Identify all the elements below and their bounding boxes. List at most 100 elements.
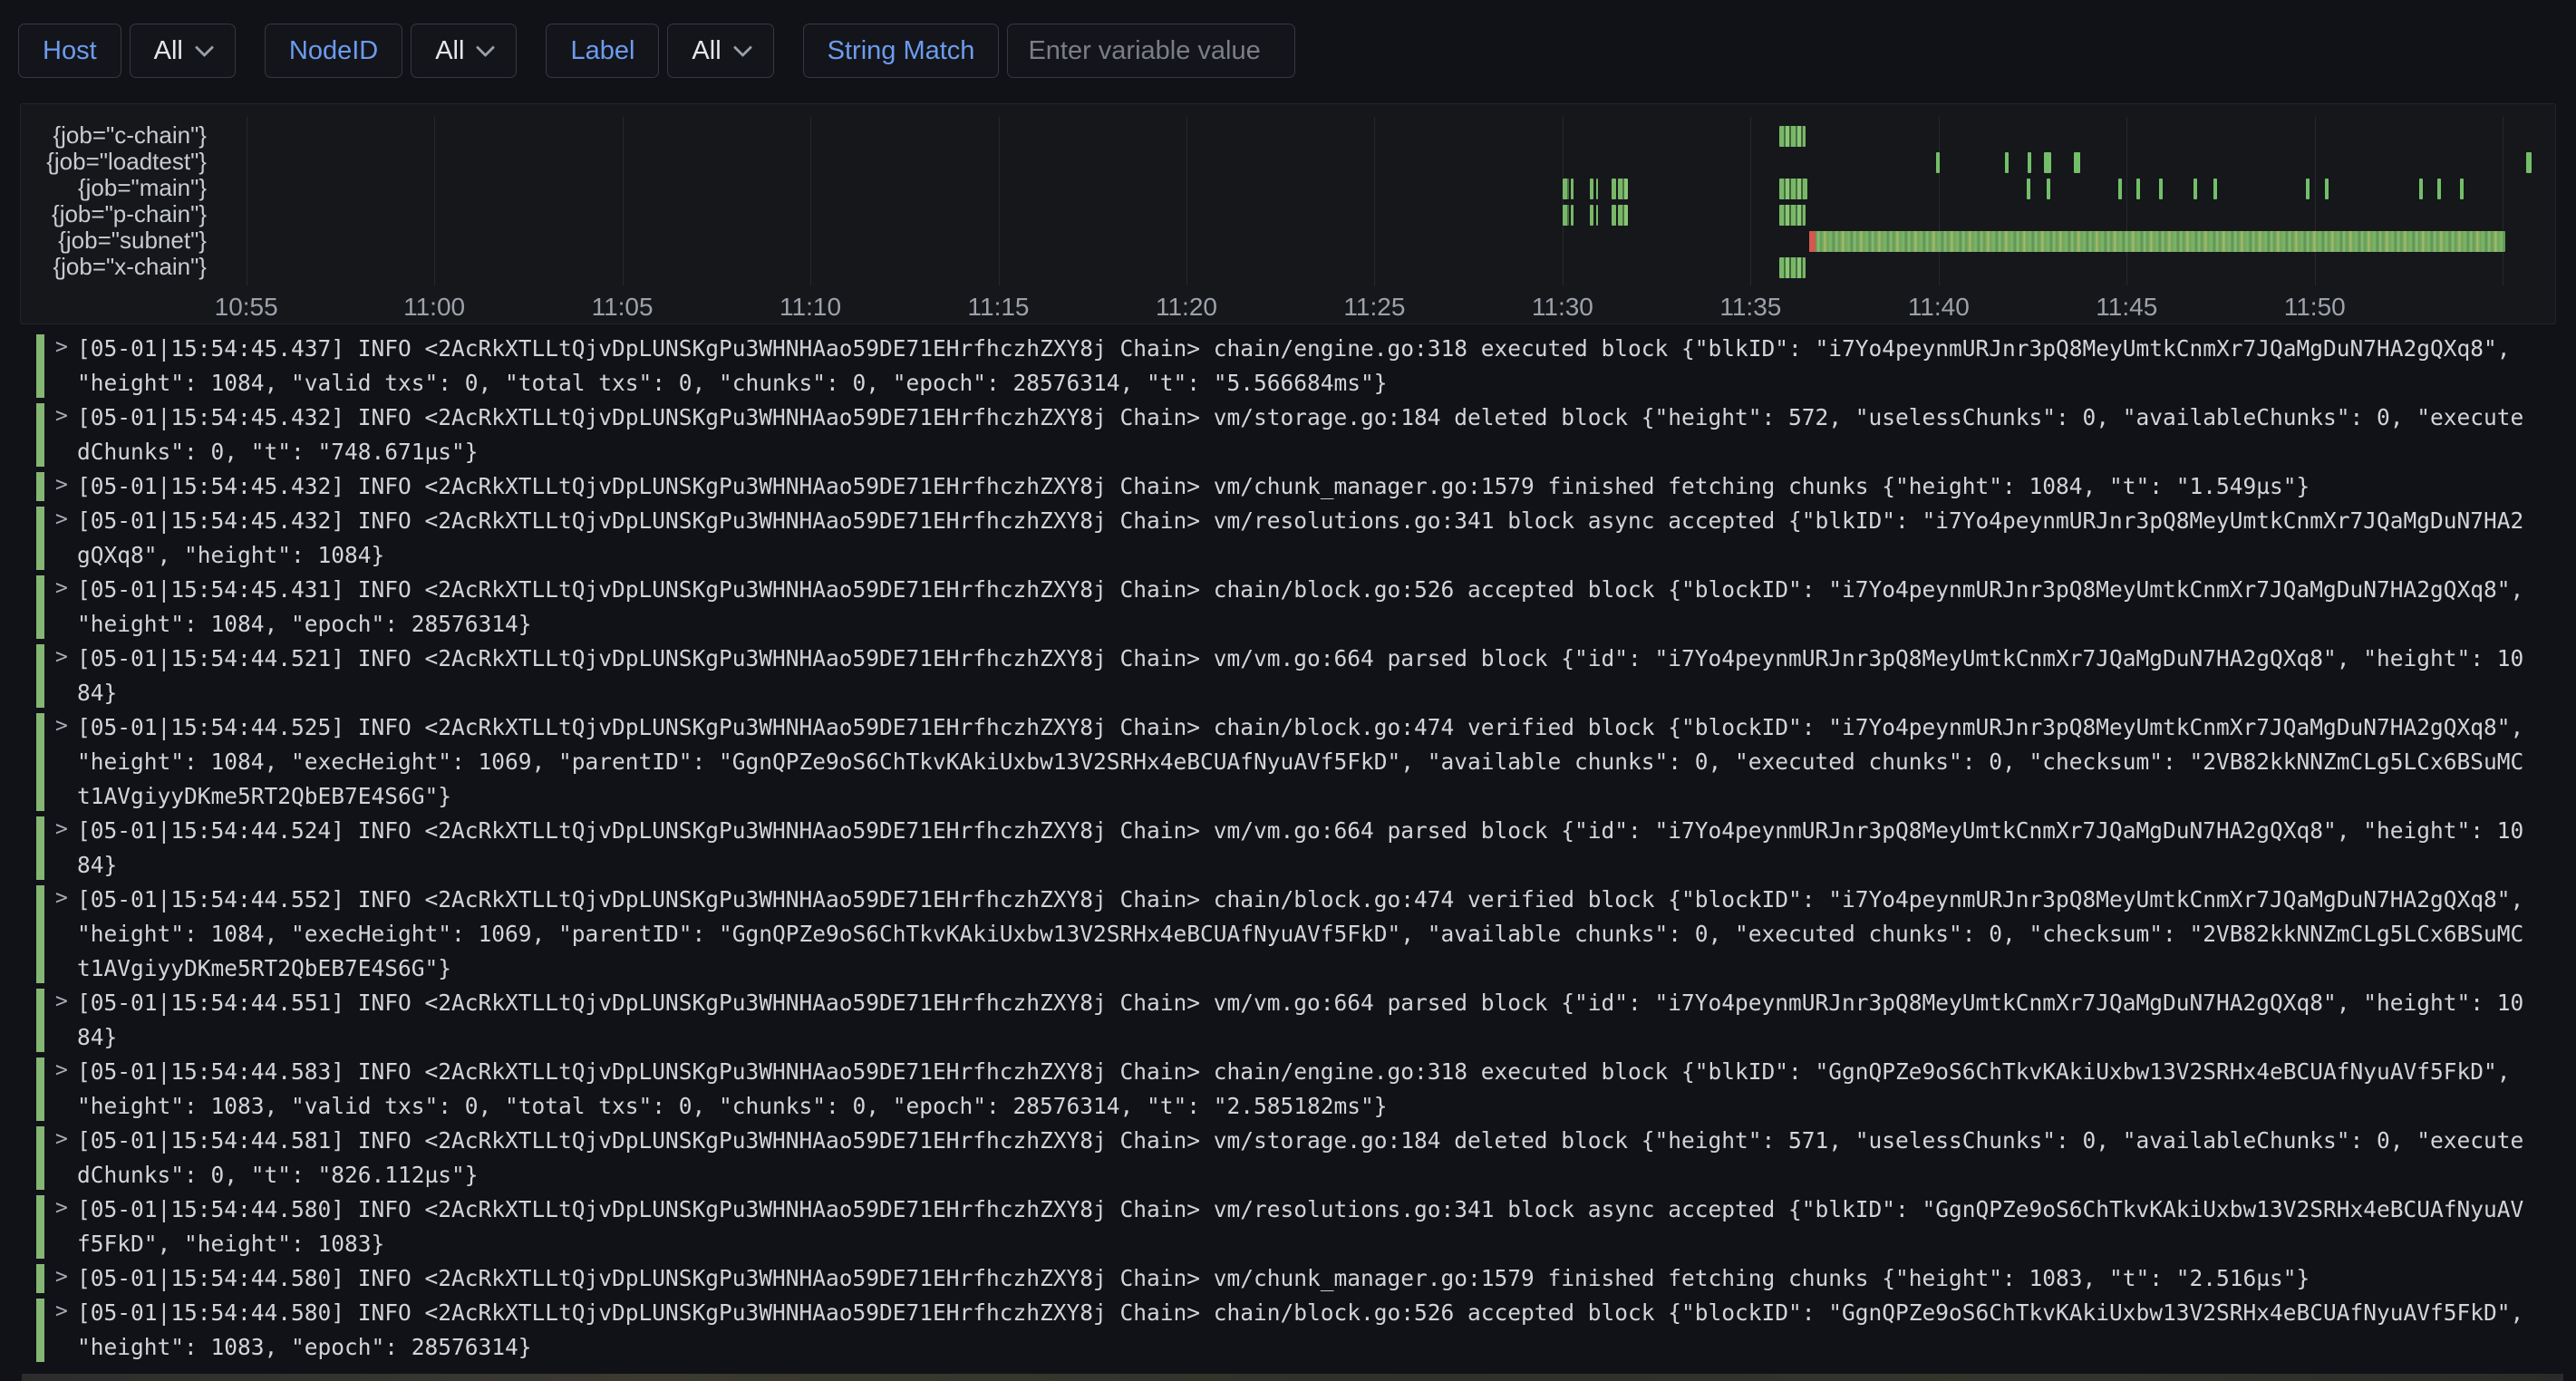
gridline bbox=[1563, 117, 1564, 285]
log-row[interactable]: > [05-01|15:54:44.580] INFO <2AcRkXTLLtQj… bbox=[36, 1193, 2576, 1261]
timeline-mark-p-chain bbox=[1618, 205, 1627, 226]
timeline-mark-main bbox=[2193, 179, 2197, 199]
series-label-loadtest: {job="loadtest"} bbox=[21, 149, 207, 175]
log-row[interactable]: >[05-01|15:54:44.524] INFO <2AcRkXTLLtQj… bbox=[36, 814, 2576, 883]
log-message: [05-01|15:54:44.583] INFO <2AcRkXTLLtQjv… bbox=[77, 1055, 2576, 1124]
top-toolbar: HostAllNodeIDAllLabelAll String Match bbox=[18, 24, 1295, 78]
chevron-right-icon[interactable]: > bbox=[55, 886, 68, 910]
log-level-bar bbox=[36, 1057, 44, 1121]
dropdown-selected-value: All bbox=[154, 36, 183, 66]
log-line: [05-01|15:54:45.432] INFO <2AcRkXTLLtQjv… bbox=[77, 469, 2576, 504]
log-row[interactable]: > [05-01|15:54:44.552] INFO <2AcRkXTLLtQj… bbox=[36, 883, 2576, 986]
chevron-right-icon[interactable]: > bbox=[55, 507, 68, 531]
log-line: f5FkD", "height": 1083} bbox=[77, 1227, 2576, 1261]
variable-label-button[interactable]: Host bbox=[18, 24, 121, 78]
chevron-right-icon[interactable]: > bbox=[55, 473, 68, 497]
variable-filters: HostAllNodeIDAllLabelAll bbox=[18, 24, 774, 78]
timeline-mark-c-chain bbox=[1779, 126, 1806, 147]
log-row[interactable]: > [05-01|15:54:44.581] INFO <2AcRkXTLLtQj… bbox=[36, 1124, 2576, 1193]
gridline bbox=[623, 117, 624, 285]
log-row[interactable]: > [05-01|15:54:45.432] INFO <2AcRkXTLLtQj… bbox=[36, 469, 2576, 504]
variable-value-dropdown[interactable]: All bbox=[667, 24, 773, 78]
timeline-mark-main bbox=[1563, 179, 1569, 199]
variable-filter-nodeid: NodeID All bbox=[265, 24, 518, 78]
log-message: [05-01|15:54:45.432] INFO <2AcRkXTLLtQjv… bbox=[77, 469, 2576, 504]
log-message: [05-01|15:54:45.432] INFO <2AcRkXTLLtQjv… bbox=[77, 401, 2576, 469]
variable-filter-string-match: String Match bbox=[803, 24, 1296, 78]
timeline-mark-main bbox=[2213, 179, 2217, 199]
log-line: "height": 1083, "epoch": 28576314} bbox=[77, 1330, 2576, 1365]
time-tick-label: 11:35 bbox=[1719, 293, 1781, 322]
log-line: [05-01|15:54:44.580] INFO <2AcRkXTLLtQjv… bbox=[77, 1261, 2576, 1296]
log-line: [05-01|15:54:44.552] INFO <2AcRkXTLLtQjv… bbox=[77, 883, 2576, 917]
timeline-mark-p-chain bbox=[1596, 205, 1599, 226]
time-tick-label: 11:25 bbox=[1343, 293, 1405, 322]
timeline-plot[interactable] bbox=[28, 113, 2548, 285]
timeline-mark-main bbox=[2460, 179, 2464, 199]
variable-value-dropdown[interactable]: All bbox=[411, 24, 517, 78]
chevron-right-icon[interactable]: > bbox=[55, 1265, 68, 1289]
timeline-mark-loadtest bbox=[2044, 152, 2051, 173]
log-row[interactable]: > [05-01|15:54:45.431] INFO <2AcRkXTLLtQj… bbox=[36, 573, 2576, 642]
log-message: [05-01|15:54:44.581] INFO <2AcRkXTLLtQjv… bbox=[77, 1124, 2576, 1193]
chevron-right-icon[interactable]: > bbox=[55, 1299, 68, 1323]
log-line: [05-01|15:54:44.551] INFO <2AcRkXTLLtQjv… bbox=[77, 986, 2576, 1020]
log-line: [05-01|15:54:44.580] INFO <2AcRkXTLLtQjv… bbox=[77, 1193, 2576, 1227]
log-row[interactable]: > [05-01|15:54:44.580] INFO <2AcRkXTLLtQj… bbox=[36, 1261, 2576, 1296]
chevron-right-icon[interactable]: > bbox=[55, 645, 68, 669]
variable-filter-host: Host All bbox=[18, 24, 236, 78]
log-row[interactable]: >[05-01|15:54:45.437] INFO <2AcRkXTLLtQj… bbox=[36, 332, 2576, 401]
timeline-mark-loadtest bbox=[1936, 152, 1940, 173]
chevron-right-icon[interactable]: > bbox=[55, 1127, 68, 1151]
timeline-mark-main bbox=[2136, 179, 2140, 199]
variable-label-button[interactable]: Label bbox=[546, 24, 659, 78]
timeline-series-labels: {job="c-chain"}{job="loadtest"}{job="mai… bbox=[21, 122, 207, 280]
chevron-right-icon[interactable]: > bbox=[55, 576, 68, 600]
time-tick-label: 11:45 bbox=[2096, 293, 2157, 322]
gridline bbox=[999, 117, 1000, 285]
log-row[interactable]: >[05-01|15:54:44.525] INFO <2AcRkXTLLtQj… bbox=[36, 710, 2576, 814]
log-line: "height": 1084, "epoch": 28576314} bbox=[77, 607, 2576, 642]
time-tick-label: 11:10 bbox=[780, 293, 841, 322]
chevron-right-icon[interactable]: > bbox=[55, 990, 68, 1013]
log-line: "height": 1083, "valid txs": 0, "total t… bbox=[77, 1089, 2576, 1124]
log-row[interactable]: > [05-01|15:54:44.583] INFO <2AcRkXTLLtQj… bbox=[36, 1055, 2576, 1124]
timeline-mark-main bbox=[1618, 179, 1627, 199]
variable-label-button[interactable]: NodeID bbox=[265, 24, 402, 78]
string-match-label-button[interactable]: String Match bbox=[803, 24, 1000, 78]
chevron-right-icon[interactable]: > bbox=[55, 1058, 68, 1082]
log-level-bar bbox=[36, 644, 44, 708]
chevron-right-icon[interactable]: > bbox=[55, 817, 68, 841]
log-row[interactable]: >[05-01|15:54:44.580] INFO <2AcRkXTLLtQj… bbox=[36, 1296, 2576, 1365]
timeline-mark-main bbox=[2159, 179, 2163, 199]
variable-value-dropdown[interactable]: All bbox=[130, 24, 236, 78]
log-line: "height": 1084, "execHeight": 1069, "par… bbox=[77, 745, 2576, 779]
log-row[interactable]: > [05-01|15:54:44.551] INFO <2AcRkXTLLtQj… bbox=[36, 986, 2576, 1055]
log-row[interactable]: >[05-01|15:54:45.432] INFO <2AcRkXTLLtQj… bbox=[36, 504, 2576, 573]
logs-list: >[05-01|15:54:45.437] INFO <2AcRkXTLLtQj… bbox=[36, 332, 2576, 1365]
chevron-right-icon[interactable]: > bbox=[55, 714, 68, 738]
log-message: [05-01|15:54:44.580] INFO <2AcRkXTLLtQjv… bbox=[77, 1261, 2576, 1296]
log-message: [05-01|15:54:44.580] INFO <2AcRkXTLLtQjv… bbox=[77, 1193, 2576, 1261]
variable-filter-label: LabelAll bbox=[546, 24, 773, 78]
log-row[interactable]: > [05-01|15:54:45.432] INFO <2AcRkXTLLtQj… bbox=[36, 401, 2576, 469]
log-line: [05-01|15:54:45.431] INFO <2AcRkXTLLtQjv… bbox=[77, 573, 2576, 607]
log-line: 84} bbox=[77, 676, 2576, 710]
variable-value-input[interactable] bbox=[1007, 24, 1295, 78]
time-tick-label: 11:40 bbox=[1908, 293, 1970, 322]
log-line: t1AVgiyyDKme5RT2QbEB7E4S6G"} bbox=[77, 779, 2576, 814]
log-level-bar bbox=[36, 1264, 44, 1293]
chevron-right-icon[interactable]: > bbox=[55, 1196, 68, 1220]
chevron-right-icon[interactable]: > bbox=[55, 335, 68, 359]
log-message: [05-01|15:54:44.551] INFO <2AcRkXTLLtQjv… bbox=[77, 986, 2576, 1055]
timeline-mark-main bbox=[1571, 179, 1574, 199]
chevron-right-icon[interactable]: > bbox=[55, 404, 68, 428]
log-row[interactable]: >[05-01|15:54:44.521] INFO <2AcRkXTLLtQj… bbox=[36, 642, 2576, 710]
log-level-bar bbox=[36, 816, 44, 880]
log-line: t1AVgiyyDKme5RT2QbEB7E4S6G"} bbox=[77, 951, 2576, 986]
timeline-mark-main bbox=[2047, 179, 2050, 199]
dropdown-selected-value: All bbox=[435, 36, 464, 66]
gridline bbox=[2315, 117, 2316, 285]
time-tick-label: 11:30 bbox=[1532, 293, 1593, 322]
time-tick-label: 11:05 bbox=[592, 293, 654, 322]
